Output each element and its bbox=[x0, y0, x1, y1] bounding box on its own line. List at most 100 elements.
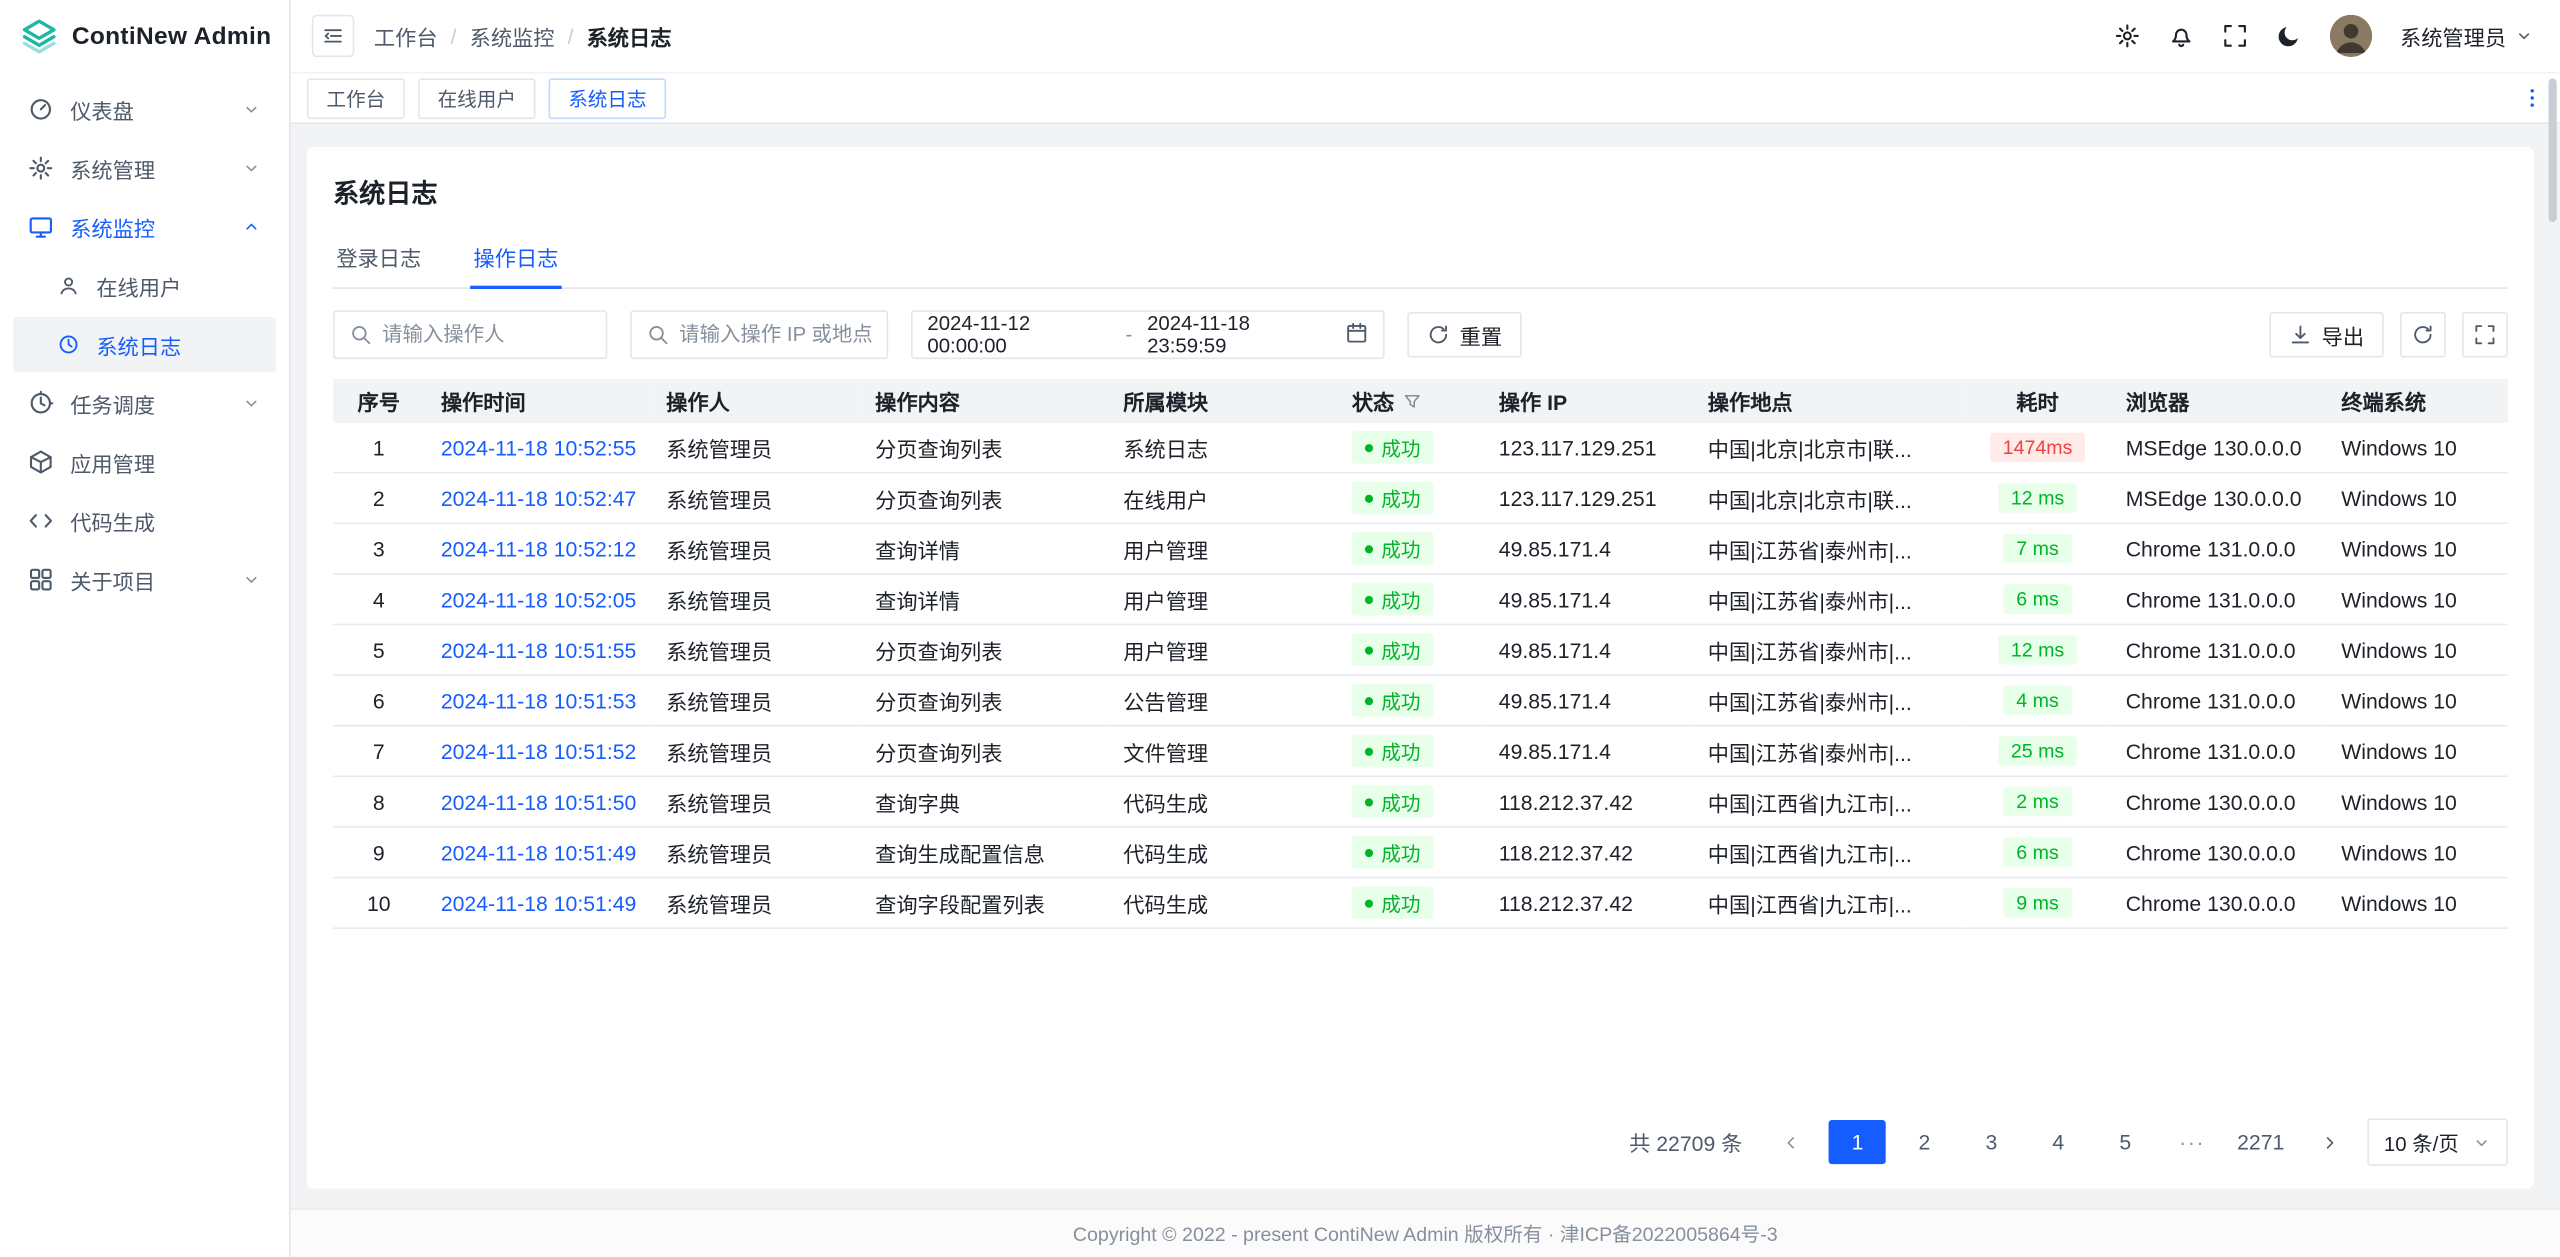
dark-mode-button[interactable] bbox=[2276, 23, 2302, 49]
user-icon bbox=[57, 274, 80, 297]
sidebar-item-app-management[interactable]: 应用管理 bbox=[13, 434, 276, 490]
breadcrumb-workbench[interactable]: 工作台 bbox=[374, 20, 438, 51]
status-badge: 成功 bbox=[1352, 633, 1434, 666]
app-logo[interactable]: ContiNew Admin bbox=[0, 0, 289, 72]
cell-os: Windows 10 bbox=[2325, 574, 2508, 625]
cell-index: 4 bbox=[333, 574, 424, 625]
status-badge: 成功 bbox=[1352, 431, 1434, 464]
time-link[interactable]: 2024-11-18 10:51:53 bbox=[441, 688, 637, 712]
tab-workbench[interactable]: 工作台 bbox=[307, 78, 405, 119]
log-table-body: 1 2024-11-18 10:52:55 系统管理员 分页查询列表 系统日志 … bbox=[333, 423, 2508, 928]
cell-os: Windows 10 bbox=[2325, 523, 2508, 574]
time-link[interactable]: 2024-11-18 10:52:05 bbox=[441, 587, 637, 611]
sidebar-item-system-management[interactable]: 系统管理 bbox=[13, 140, 276, 196]
cell-module: 用户管理 bbox=[1107, 523, 1336, 574]
time-link[interactable]: 2024-11-18 10:52:12 bbox=[441, 536, 637, 560]
date-end: 2024-11-18 23:59:59 bbox=[1147, 312, 1331, 358]
page-button-last[interactable]: 2271 bbox=[2231, 1120, 2291, 1164]
time-link[interactable]: 2024-11-18 10:51:52 bbox=[441, 739, 637, 763]
export-button[interactable]: 导出 bbox=[2269, 312, 2383, 358]
notifications-button[interactable] bbox=[2168, 23, 2194, 49]
scrollbar-thumb[interactable] bbox=[2549, 78, 2557, 222]
operator-search-field[interactable] bbox=[333, 310, 607, 359]
sidebar-item-label: 系统日志 bbox=[96, 329, 261, 360]
cell-browser: MSEdge 130.0.0.0 bbox=[2109, 423, 2325, 473]
tab-online-users[interactable]: 在线用户 bbox=[418, 78, 536, 119]
status-label: 成功 bbox=[1381, 889, 1420, 917]
history-icon bbox=[57, 333, 80, 356]
tab-login-log[interactable]: 登录日志 bbox=[333, 230, 424, 287]
breadcrumb-system-monitor[interactable]: 系统监控 bbox=[470, 20, 555, 51]
fullscreen-button[interactable] bbox=[2222, 23, 2248, 49]
chevron-down-icon bbox=[242, 570, 262, 590]
tab-more-button[interactable] bbox=[2521, 87, 2544, 110]
ip-search-input[interactable] bbox=[679, 323, 872, 346]
avatar[interactable] bbox=[2330, 15, 2372, 57]
page-footer: Copyright © 2022 - present ContiNew Admi… bbox=[291, 1208, 2560, 1257]
sidebar-item-online-users[interactable]: 在线用户 bbox=[13, 258, 276, 314]
sidebar-item-label: 在线用户 bbox=[96, 270, 261, 301]
time-link[interactable]: 2024-11-18 10:52:55 bbox=[441, 435, 637, 459]
cell-location: 中国|北京|北京市|联... bbox=[1691, 473, 1965, 524]
table-row: 9 2024-11-18 10:51:49 系统管理员 查询生成配置信息 代码生… bbox=[333, 827, 2508, 878]
sidebar-item-task-schedule[interactable]: 任务调度 bbox=[13, 376, 276, 432]
time-link[interactable]: 2024-11-18 10:51:49 bbox=[441, 891, 637, 915]
ip-search-field[interactable] bbox=[630, 310, 888, 359]
date-separator: - bbox=[1126, 323, 1133, 346]
prev-page-button[interactable] bbox=[1762, 1120, 1819, 1164]
cell-location: 中国|江苏省|泰州市|... bbox=[1691, 675, 1965, 726]
status-dot bbox=[1365, 747, 1373, 755]
cell-index: 8 bbox=[333, 776, 424, 827]
search-icon bbox=[349, 323, 372, 346]
settings-button[interactable] bbox=[2114, 23, 2140, 49]
page-ellipsis[interactable]: ··· bbox=[2164, 1120, 2221, 1164]
col-ip: 操作 IP bbox=[1482, 379, 1691, 423]
reset-button[interactable]: 重置 bbox=[1407, 312, 1521, 358]
table-fullscreen-button[interactable] bbox=[2462, 312, 2508, 358]
cost-badge: 6 ms bbox=[2003, 584, 2072, 613]
tab-system-log[interactable]: 系统日志 bbox=[549, 78, 667, 119]
tab-label: 工作台 bbox=[327, 84, 386, 112]
user-menu[interactable]: 系统管理员 bbox=[2400, 20, 2534, 51]
sidebar-item-dashboard[interactable]: 仪表盘 bbox=[13, 82, 276, 138]
cell-operator: 系统管理员 bbox=[650, 827, 859, 878]
cell-operator: 系统管理员 bbox=[650, 624, 859, 675]
page-button-4[interactable]: 4 bbox=[2030, 1120, 2087, 1164]
page-button-1[interactable]: 1 bbox=[1829, 1120, 1886, 1164]
avatar-image bbox=[2330, 15, 2372, 57]
sidebar-item-system-log[interactable]: 系统日志 bbox=[13, 317, 276, 373]
sidebar-item-code-generation[interactable]: 代码生成 bbox=[13, 493, 276, 549]
cell-browser: Chrome 131.0.0.0 bbox=[2109, 675, 2325, 726]
page-button-5[interactable]: 5 bbox=[2097, 1120, 2154, 1164]
status-badge: 成功 bbox=[1352, 684, 1434, 717]
sidebar-item-about[interactable]: 关于项目 bbox=[13, 552, 276, 608]
page-title: 系统日志 bbox=[333, 171, 2508, 210]
cell-index: 2 bbox=[333, 473, 424, 524]
copyright-text: Copyright © 2022 - present ContiNew Admi… bbox=[1073, 1220, 1778, 1248]
operator-search-input[interactable] bbox=[382, 323, 591, 346]
menu-collapse-button[interactable] bbox=[312, 15, 354, 57]
time-link[interactable]: 2024-11-18 10:51:55 bbox=[441, 638, 637, 662]
status-label: 成功 bbox=[1381, 535, 1420, 563]
page-size-select[interactable]: 10 条/页 bbox=[2368, 1118, 2508, 1165]
page-button-2[interactable]: 2 bbox=[1896, 1120, 1953, 1164]
date-range-picker[interactable]: 2024-11-12 00:00:00 - 2024-11-18 23:59:5… bbox=[911, 310, 1384, 359]
cost-badge: 2 ms bbox=[2003, 787, 2072, 816]
cell-location: 中国|江苏省|泰州市|... bbox=[1691, 624, 1965, 675]
sidebar-menu: 仪表盘 系统管理 系统监控 在线用户 系统日志 bbox=[0, 72, 289, 617]
filter-icon[interactable] bbox=[1402, 391, 1422, 411]
status-badge: 成功 bbox=[1352, 583, 1434, 616]
sidebar-item-system-monitor[interactable]: 系统监控 bbox=[13, 199, 276, 255]
next-page-button[interactable] bbox=[2301, 1120, 2358, 1164]
total-count: 共 22709 条 bbox=[1629, 1127, 1742, 1158]
time-link[interactable]: 2024-11-18 10:51:49 bbox=[441, 840, 637, 864]
moon-icon bbox=[2276, 23, 2302, 49]
tab-operation-log[interactable]: 操作日志 bbox=[470, 230, 561, 287]
time-link[interactable]: 2024-11-18 10:52:47 bbox=[441, 486, 637, 510]
cell-content: 查询详情 bbox=[859, 574, 1107, 625]
cell-content: 查询生成配置信息 bbox=[859, 827, 1107, 878]
chevron-up-icon bbox=[242, 217, 262, 237]
page-button-3[interactable]: 3 bbox=[1963, 1120, 2020, 1164]
refresh-table-button[interactable] bbox=[2400, 312, 2446, 358]
time-link[interactable]: 2024-11-18 10:51:50 bbox=[441, 789, 637, 813]
